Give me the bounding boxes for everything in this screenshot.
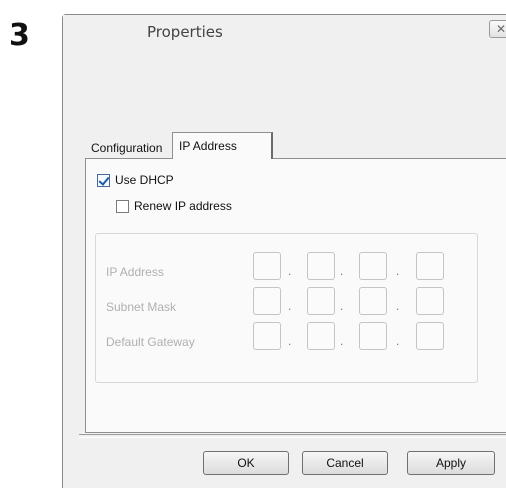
title-bar: Properties ✕ [63, 15, 506, 49]
ok-button[interactable]: OK [203, 451, 289, 475]
ip-octet-3 [359, 252, 387, 280]
properties-dialog: Properties ✕ Configuration IP Address Us… [62, 14, 506, 488]
octet-separator: . [396, 299, 400, 313]
ip-octet-2 [307, 252, 335, 280]
octet-separator: . [288, 264, 292, 278]
footer-divider [79, 434, 506, 438]
tab-ip-address[interactable]: IP Address [172, 132, 273, 159]
octet-separator: . [288, 299, 292, 313]
octet-separator: . [396, 264, 400, 278]
gateway-octet-2 [307, 322, 335, 350]
subnet-mask-label: Subnet Mask [106, 300, 177, 314]
subnet-octet-3 [359, 287, 387, 315]
subnet-octet-2 [307, 287, 335, 315]
default-gateway-label: Default Gateway [106, 335, 195, 349]
octet-separator: . [340, 299, 344, 313]
octet-separator: . [340, 334, 344, 348]
use-dhcp-checkbox[interactable] [97, 173, 110, 187]
ip-octet-1 [253, 252, 281, 280]
cancel-button[interactable]: Cancel [302, 451, 388, 475]
close-button[interactable]: ✕ [489, 20, 506, 38]
gateway-octet-1 [253, 322, 281, 350]
ip-address-label: IP Address [106, 265, 164, 279]
step-number: 3 [9, 18, 30, 53]
subnet-octet-1 [253, 287, 281, 315]
window-title: Properties [147, 23, 223, 41]
octet-separator: . [396, 334, 400, 348]
tab-configuration[interactable]: Configuration [85, 137, 172, 158]
gateway-octet-4 [416, 322, 444, 350]
octet-separator: . [340, 264, 344, 278]
ip-address-panel: Use DHCP Renew IP address IP Address . .… [85, 158, 506, 433]
apply-button[interactable]: Apply [407, 451, 495, 475]
use-dhcp-row[interactable]: Use DHCP [97, 173, 174, 187]
octet-separator: . [288, 334, 292, 348]
renew-ip-checkbox[interactable] [116, 199, 129, 213]
use-dhcp-label: Use DHCP [115, 173, 174, 187]
renew-ip-row[interactable]: Renew IP address [116, 199, 232, 213]
ip-octet-4 [416, 252, 444, 280]
renew-ip-label: Renew IP address [134, 199, 232, 213]
static-ip-group: IP Address . . . Subnet Mask . . . Defau… [95, 233, 478, 383]
gateway-octet-3 [359, 322, 387, 350]
close-icon: ✕ [495, 22, 506, 36]
subnet-octet-4 [416, 287, 444, 315]
